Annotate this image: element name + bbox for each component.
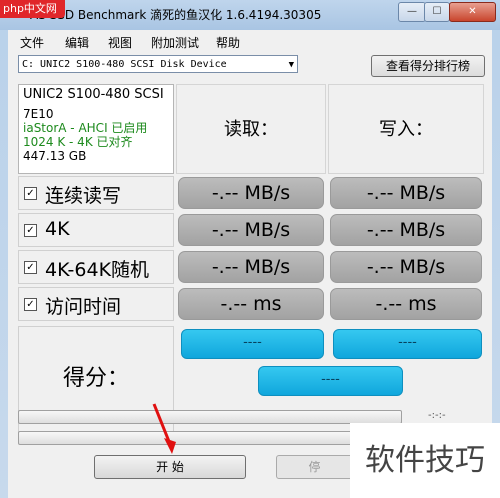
red-arrow-annotation bbox=[152, 403, 176, 454]
menu-bar: 文件 编辑 视图 附加测试 帮助 bbox=[8, 30, 492, 52]
drive-info-panel: UNIC2 S100-480 SCSI 7E10 iaStorA - AHCI … bbox=[18, 84, 174, 174]
minimize-button[interactable]: — bbox=[398, 2, 426, 22]
watermark-text: 软件技巧 bbox=[350, 423, 500, 498]
write-column-header: 写入： bbox=[328, 84, 484, 174]
app-window: AS SSD Benchmark 滴死的鱼汉化 1.6.4194.30305 p… bbox=[0, 0, 500, 498]
4k-write-result: -.-- MB/s bbox=[330, 214, 482, 246]
row-access-time: ✓ 访问时间 bbox=[18, 287, 174, 321]
view-rank-button[interactable]: 查看得分排行榜 bbox=[371, 55, 485, 77]
4k64-read-result: -.-- MB/s bbox=[178, 251, 324, 283]
menu-help[interactable]: 帮助 bbox=[216, 34, 240, 51]
php-logo-watermark: php中文网 bbox=[0, 0, 65, 18]
seq-checkbox[interactable]: ✓ bbox=[24, 187, 37, 200]
row-4k: ✓ 4K bbox=[18, 213, 174, 247]
menu-file[interactable]: 文件 bbox=[20, 34, 44, 51]
access-write-result: -.-- ms bbox=[330, 288, 482, 320]
window-title: AS SSD Benchmark 滴死的鱼汉化 1.6.4194.30305 bbox=[30, 8, 322, 22]
menu-extra-tests[interactable]: 附加测试 bbox=[151, 34, 199, 51]
chevron-down-icon: ▼ bbox=[288, 60, 294, 70]
score-total: ---- bbox=[258, 366, 403, 396]
row-label: 连续读写 bbox=[45, 185, 122, 207]
progress-bar-bottom bbox=[18, 431, 402, 445]
stop-button[interactable]: 停 bbox=[276, 455, 353, 479]
row-seq: ✓ 连续读写 bbox=[18, 176, 174, 210]
seq-read-result: -.-- MB/s bbox=[178, 177, 324, 209]
seq-write-result: -.-- MB/s bbox=[330, 177, 482, 209]
menu-view[interactable]: 视图 bbox=[108, 34, 132, 51]
score-write: ---- bbox=[333, 329, 482, 359]
4k-read-result: -.-- MB/s bbox=[178, 214, 324, 246]
row-label: 访问时间 bbox=[45, 296, 122, 318]
row-label: 4K-64K随机 bbox=[45, 259, 150, 281]
row-4k64: ✓ 4K-64K随机 bbox=[18, 250, 174, 284]
read-column-header: 读取： bbox=[176, 84, 326, 174]
elapsed-timer: -:-:- bbox=[428, 410, 446, 421]
menu-edit[interactable]: 编辑 bbox=[65, 34, 89, 51]
row-label: 4K bbox=[45, 218, 70, 240]
4k64-write-result: -.-- MB/s bbox=[330, 251, 482, 283]
drive-alignment: 1024 K - 4K 已对齐 bbox=[23, 135, 133, 149]
4k64-checkbox[interactable]: ✓ bbox=[24, 261, 37, 274]
access-read-result: -.-- ms bbox=[178, 288, 324, 320]
drive-select-value: C: UNIC2 S100-480 SCSI Disk Device bbox=[22, 59, 227, 70]
drive-select[interactable]: C: UNIC2 S100-480 SCSI Disk Device ▼ bbox=[18, 55, 298, 73]
score-read: ---- bbox=[181, 329, 324, 359]
drive-firmware: 7E10 bbox=[23, 107, 54, 121]
4k-checkbox[interactable]: ✓ bbox=[24, 224, 37, 237]
progress-bar-top bbox=[18, 410, 402, 424]
drive-driver: iaStorA - AHCI 已启用 bbox=[23, 121, 148, 135]
drive-capacity: 447.13 GB bbox=[23, 149, 87, 163]
maximize-button[interactable]: ☐ bbox=[424, 2, 450, 22]
title-bar: AS SSD Benchmark 滴死的鱼汉化 1.6.4194.30305 p… bbox=[0, 0, 500, 30]
drive-name: UNIC2 S100-480 SCSI bbox=[23, 87, 164, 102]
close-button[interactable]: ✕ bbox=[449, 2, 496, 22]
access-time-checkbox[interactable]: ✓ bbox=[24, 298, 37, 311]
start-button[interactable]: 开 始 bbox=[94, 455, 246, 479]
